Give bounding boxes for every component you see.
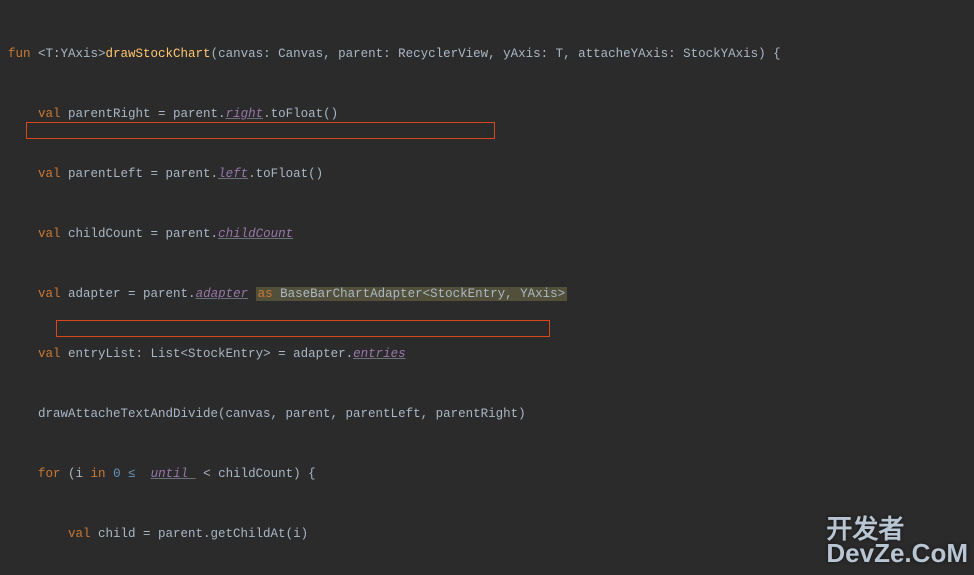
code-line: val child = parent.getChildAt(i)	[8, 524, 966, 544]
code-line: val entryList: List<StockEntry> = adapte…	[8, 344, 966, 364]
code-line: fun <T:YAxis>drawStockChart(canvas: Canv…	[8, 44, 966, 64]
code-line: val childCount = parent.childCount	[8, 224, 966, 244]
code-line: val parentLeft = parent.left.toFloat()	[8, 164, 966, 184]
code-line: for (i in 0 ≤ until < childCount) {	[8, 464, 966, 484]
code-line: drawAttacheTextAndDivide(canvas, parent,…	[8, 404, 966, 424]
code-editor[interactable]: fun <T:YAxis>drawStockChart(canvas: Canv…	[0, 0, 974, 575]
code-line: val adapter = parent.adapter as BaseBarC…	[8, 284, 966, 304]
code-line: val parentRight = parent.right.toFloat()	[8, 104, 966, 124]
